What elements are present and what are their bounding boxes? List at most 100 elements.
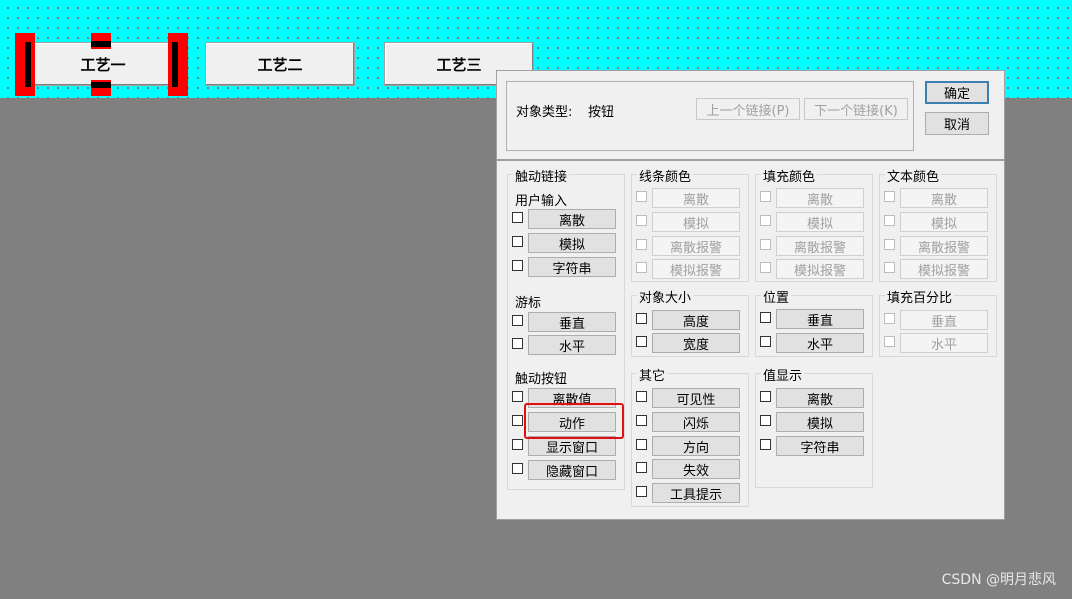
fill-color-analog-alarm-checkbox[interactable]	[760, 262, 771, 273]
selection-handle-right[interactable]	[168, 33, 188, 96]
fill-percent-vertical-button[interactable]: 垂直	[900, 310, 988, 330]
other-tooltip-checkbox[interactable]	[636, 486, 647, 497]
watermark: CSDN @明月悲风	[941, 572, 1056, 588]
cursor-horizontal-checkbox[interactable]	[512, 338, 523, 349]
line-color-analog-button[interactable]: 模拟	[652, 212, 740, 232]
line-color-analog-alarm-button[interactable]: 模拟报警	[652, 259, 740, 279]
text-color-discrete-alarm-checkbox[interactable]	[884, 239, 895, 250]
touch-hide-window-checkbox[interactable]	[512, 463, 523, 474]
user-input-string-button[interactable]: 字符串	[528, 257, 616, 277]
selection-handle-bottom[interactable]	[91, 80, 111, 96]
position-horizontal-checkbox[interactable]	[760, 336, 771, 347]
animation-link-dialog: 对象类型: 按钮 上一个链接(P) 下一个链接(K) 确定 取消 触动链接 用户…	[496, 70, 1005, 520]
text-color-analog-checkbox[interactable]	[884, 215, 895, 226]
user-input-analog-button[interactable]: 模拟	[528, 233, 616, 253]
fill-percent-horizontal-button[interactable]: 水平	[900, 333, 988, 353]
text-color-analog-alarm-button[interactable]: 模拟报警	[900, 259, 988, 279]
touch-hide-window-button[interactable]: 隐藏窗口	[528, 460, 616, 480]
touch-show-window-button[interactable]: 显示窗口	[528, 436, 616, 456]
user-input-discrete-row: 离散	[512, 209, 622, 229]
text-color-discrete-checkbox[interactable]	[884, 191, 895, 202]
line-color-analog-alarm-checkbox[interactable]	[636, 262, 647, 273]
line-color-discrete-button[interactable]: 离散	[652, 188, 740, 208]
object-type-value: 按钮	[588, 105, 615, 120]
cursor-horizontal-button[interactable]: 水平	[528, 335, 616, 355]
line-color-discrete-alarm-row: 离散报警	[636, 236, 746, 256]
touch-show-window-row: 显示窗口	[512, 436, 622, 456]
other-visibility-checkbox[interactable]	[636, 391, 647, 402]
value-display-analog-checkbox[interactable]	[760, 415, 771, 426]
other-blink-button[interactable]: 闪烁	[652, 412, 740, 432]
cancel-button[interactable]: 取消	[925, 112, 989, 135]
fill-color-analog-alarm-button[interactable]: 模拟报警	[776, 259, 864, 279]
fill-color-discrete-button[interactable]: 离散	[776, 188, 864, 208]
user-input-analog-row: 模拟	[512, 233, 622, 253]
fill-percent-horizontal-checkbox[interactable]	[884, 336, 895, 347]
position-horizontal-row: 水平	[760, 333, 870, 353]
cursor-horizontal-row: 水平	[512, 335, 622, 355]
line-color-analog-checkbox[interactable]	[636, 215, 647, 226]
position-vertical-button[interactable]: 垂直	[776, 309, 864, 329]
touch-discrete-value-checkbox[interactable]	[512, 391, 523, 402]
other-blink-row: 闪烁	[636, 412, 746, 432]
fill-color-analog-checkbox[interactable]	[760, 215, 771, 226]
line-color-discrete-checkbox[interactable]	[636, 191, 647, 202]
fill-color-discrete-checkbox[interactable]	[760, 191, 771, 202]
value-display-analog-button[interactable]: 模拟	[776, 412, 864, 432]
other-tooltip-button[interactable]: 工具提示	[652, 483, 740, 503]
text-color-discrete-alarm-button[interactable]: 离散报警	[900, 236, 988, 256]
ok-button[interactable]: 确定	[925, 81, 989, 104]
position-vertical-checkbox[interactable]	[760, 312, 771, 323]
prev-link-button[interactable]: 上一个链接(P)	[696, 98, 800, 120]
process-three-label: 工艺三	[436, 55, 482, 74]
fill-percent-vertical-checkbox[interactable]	[884, 313, 895, 324]
line-color-discrete-alarm-button[interactable]: 离散报警	[652, 236, 740, 256]
touch-action-checkbox[interactable]	[512, 415, 523, 426]
text-color-discrete-row: 离散	[884, 188, 994, 208]
fill-color-discrete-alarm-checkbox[interactable]	[760, 239, 771, 250]
text-color-analog-alarm-row: 模拟报警	[884, 259, 994, 279]
user-input-discrete-checkbox[interactable]	[512, 212, 523, 223]
value-display-analog-row: 模拟	[760, 412, 870, 432]
other-visibility-button[interactable]: 可见性	[652, 388, 740, 408]
other-disable-checkbox[interactable]	[636, 462, 647, 473]
selection-handle-top[interactable]	[91, 33, 111, 49]
value-display-string-checkbox[interactable]	[760, 439, 771, 450]
text-color-discrete-button[interactable]: 离散	[900, 188, 988, 208]
process-two-button[interactable]: 工艺二	[205, 42, 355, 86]
fill-color-analog-button[interactable]: 模拟	[776, 212, 864, 232]
other-blink-checkbox[interactable]	[636, 415, 647, 426]
object-size-width-row: 宽度	[636, 333, 746, 353]
user-input-string-checkbox[interactable]	[512, 260, 523, 271]
object-size-width-checkbox[interactable]	[636, 336, 647, 347]
position-horizontal-button[interactable]: 水平	[776, 333, 864, 353]
cursor-vertical-checkbox[interactable]	[512, 315, 523, 326]
user-input-discrete-button[interactable]: 离散	[528, 209, 616, 229]
value-display-discrete-button[interactable]: 离散	[776, 388, 864, 408]
user-input-analog-checkbox[interactable]	[512, 236, 523, 247]
value-display-discrete-checkbox[interactable]	[760, 391, 771, 402]
cursor-vertical-button[interactable]: 垂直	[528, 312, 616, 332]
other-disable-button[interactable]: 失效	[652, 459, 740, 479]
selection-handle-left[interactable]	[15, 33, 35, 96]
next-link-button[interactable]: 下一个链接(K)	[804, 98, 908, 120]
value-display-discrete-row: 离散	[760, 388, 870, 408]
other-direction-button[interactable]: 方向	[652, 436, 740, 456]
other-direction-checkbox[interactable]	[636, 439, 647, 450]
fill-color-discrete-alarm-button[interactable]: 离散报警	[776, 236, 864, 256]
text-color-analog-alarm-checkbox[interactable]	[884, 262, 895, 273]
cursor-title: 游标	[513, 292, 544, 311]
object-size-width-button[interactable]: 宽度	[652, 333, 740, 353]
object-size-height-button[interactable]: 高度	[652, 310, 740, 330]
line-color-title: 线条颜色	[637, 166, 694, 185]
touch-show-window-checkbox[interactable]	[512, 439, 523, 450]
text-color-analog-button[interactable]: 模拟	[900, 212, 988, 232]
touch-hide-window-row: 隐藏窗口	[512, 460, 622, 480]
object-size-height-checkbox[interactable]	[636, 313, 647, 324]
line-color-discrete-row: 离散	[636, 188, 746, 208]
text-color-discrete-alarm-row: 离散报警	[884, 236, 994, 256]
position-title: 位置	[761, 287, 792, 306]
fill-color-title: 填充颜色	[761, 166, 818, 185]
value-display-string-button[interactable]: 字符串	[776, 436, 864, 456]
line-color-discrete-alarm-checkbox[interactable]	[636, 239, 647, 250]
